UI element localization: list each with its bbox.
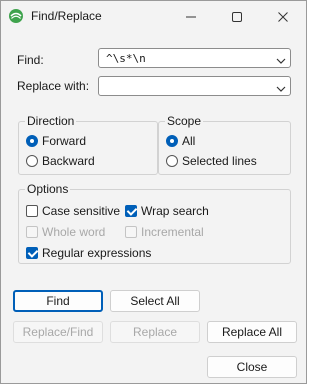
window-title: Find/Replace: [31, 9, 102, 23]
find-replace-dialog: Find/Replace Find: ^\s*\n Replace with: …: [0, 0, 307, 384]
whole-word-checkbox: Whole word: [26, 225, 105, 239]
replace-find-button: Replace/Find: [13, 321, 103, 343]
chevron-down-icon[interactable]: [276, 82, 286, 96]
find-label: Find:: [17, 53, 44, 67]
replace-combobox[interactable]: [98, 76, 291, 96]
direction-group-title: Direction: [25, 114, 77, 128]
regular-expressions-checkbox[interactable]: Regular expressions: [26, 246, 151, 260]
whole-word-label: Whole word: [42, 225, 106, 239]
options-group: Options Case sensitive Wrap search Whole…: [18, 182, 291, 264]
selected-lines-label: Selected lines: [182, 154, 257, 168]
minimize-icon: [186, 16, 196, 17]
wrap-search-checkbox[interactable]: Wrap search: [125, 204, 209, 218]
find-input[interactable]: ^\s*\n: [106, 52, 146, 65]
close-icon: [278, 11, 288, 22]
close-window-button[interactable]: [260, 1, 306, 32]
backward-label: Backward: [42, 154, 95, 168]
checkbox-checked-icon[interactable]: [125, 205, 137, 217]
replace-label: Replace with:: [17, 79, 90, 93]
options-group-title: Options: [25, 182, 71, 196]
checkbox-checked-icon[interactable]: [26, 247, 38, 259]
title-bar[interactable]: Find/Replace: [1, 1, 306, 32]
wrap-search-label: Wrap search: [141, 204, 209, 218]
chevron-down-icon[interactable]: [276, 54, 286, 68]
selected-lines-radio[interactable]: Selected lines: [166, 154, 257, 168]
maximize-icon: [232, 11, 242, 22]
radio-unselected-icon[interactable]: [26, 155, 38, 167]
scope-group-title: Scope: [165, 114, 204, 128]
radio-unselected-icon[interactable]: [166, 155, 178, 167]
direction-group: Direction Forward Backward: [18, 114, 158, 175]
replace-all-button[interactable]: Replace All: [207, 321, 297, 343]
minimize-button[interactable]: [168, 1, 214, 32]
scope-all-radio[interactable]: All: [166, 134, 195, 148]
forward-label: Forward: [42, 134, 87, 148]
case-sensitive-label: Case sensitive: [42, 204, 121, 218]
backward-radio[interactable]: Backward: [26, 154, 95, 168]
find-button[interactable]: Find: [13, 290, 103, 312]
case-sensitive-checkbox[interactable]: Case sensitive: [26, 204, 120, 218]
select-all-button[interactable]: Select All: [110, 290, 200, 312]
incremental-label: Incremental: [141, 225, 204, 239]
scope-group: Scope All Selected lines: [158, 114, 291, 175]
regular-expressions-label: Regular expressions: [42, 246, 152, 260]
eclipse-icon: [8, 8, 24, 24]
maximize-button[interactable]: [214, 1, 260, 32]
checkbox-unchecked-icon: [26, 226, 38, 238]
radio-selected-icon[interactable]: [26, 135, 38, 147]
radio-selected-icon[interactable]: [166, 135, 178, 147]
forward-radio[interactable]: Forward: [26, 134, 86, 148]
close-button[interactable]: Close: [207, 356, 297, 378]
checkbox-unchecked-icon: [125, 226, 137, 238]
incremental-checkbox: Incremental: [125, 225, 204, 239]
replace-button: Replace: [110, 321, 200, 343]
find-combobox[interactable]: ^\s*\n: [98, 48, 291, 68]
scope-all-label: All: [182, 134, 196, 148]
checkbox-unchecked-icon[interactable]: [26, 205, 38, 217]
